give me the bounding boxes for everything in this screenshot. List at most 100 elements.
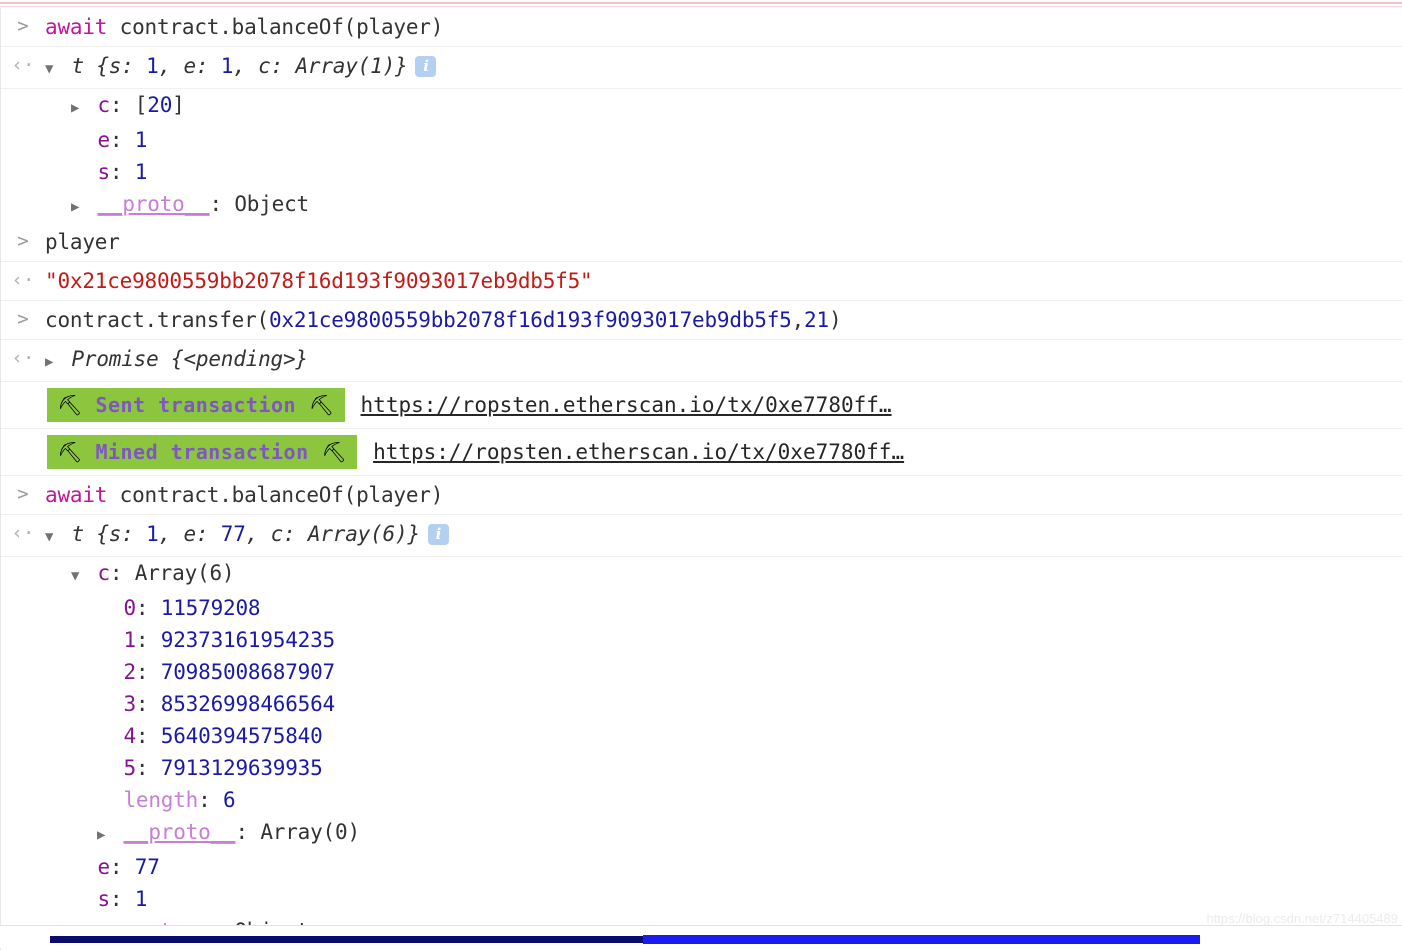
pickaxe-icon-left: ⛏ bbox=[57, 440, 83, 464]
property-content: s: 1 bbox=[45, 157, 1402, 187]
console-input-row[interactable]: > await contract.balanceOf(player) bbox=[1, 8, 1402, 47]
code-segment: contract.balanceOf(player) bbox=[119, 15, 444, 39]
property-content: 4: 5640394575840 bbox=[45, 721, 1402, 751]
object-property-row[interactable]: 0: 11579208 bbox=[1, 592, 1402, 624]
console-output-row[interactable]: ‹· "0x21ce9800559bb2078f16d193f9093017eb9… bbox=[1, 262, 1402, 301]
code-segment: 77 bbox=[220, 522, 246, 546]
triangle-right-icon[interactable] bbox=[71, 192, 85, 222]
property-value: 11579208 bbox=[160, 596, 261, 620]
property-value: 7913129639935 bbox=[160, 756, 323, 780]
code-segment: player bbox=[45, 230, 120, 254]
triangle-down-icon[interactable] bbox=[45, 522, 59, 552]
property-colon: : bbox=[135, 724, 161, 748]
code-segment: , c: Array(6)} bbox=[245, 522, 420, 546]
property-value: 85326998466564 bbox=[160, 692, 335, 716]
property-value: 77 bbox=[134, 855, 160, 879]
input-prompt-icon: > bbox=[17, 230, 29, 252]
transaction-status-badge: ⛏ Sent transaction ⛏ bbox=[47, 388, 345, 422]
object-property-row[interactable]: e: 77 bbox=[1, 851, 1402, 883]
object-property-row[interactable]: s: 1 bbox=[1, 883, 1402, 915]
pickaxe-icon-left: ⛏ bbox=[57, 393, 83, 417]
code-segment: , bbox=[791, 308, 805, 332]
property-content: c: Array(6) bbox=[45, 558, 1402, 591]
code-segment: , c: Array(1)} bbox=[233, 54, 408, 78]
property-content: 3: 85326998466564 bbox=[45, 689, 1402, 719]
object-property-row[interactable]: e: 1 bbox=[1, 124, 1402, 156]
object-property-row[interactable]: length: 6 bbox=[1, 784, 1402, 816]
object-property-row[interactable]: c: Array(6) bbox=[1, 557, 1402, 592]
console-input-row[interactable]: > player bbox=[1, 223, 1402, 262]
code-segment: "0x21ce9800559bb2078f16d193f9093017eb9db… bbox=[45, 269, 593, 293]
triangle-right-icon[interactable] bbox=[45, 347, 59, 377]
object-property-row[interactable]: 4: 5640394575840 bbox=[1, 720, 1402, 752]
transaction-status-label: Mined transaction bbox=[95, 440, 309, 464]
object-property-row[interactable]: __proto__: Object bbox=[1, 188, 1402, 223]
code-segment: await bbox=[45, 483, 120, 507]
console-input-row[interactable]: > await contract.balanceOf(player) bbox=[1, 476, 1402, 515]
property-value: 6 bbox=[223, 788, 236, 812]
property-content: s: 1 bbox=[45, 884, 1402, 914]
pickaxe-icon-right: ⛏ bbox=[321, 440, 348, 464]
property-colon: : bbox=[209, 192, 235, 216]
object-property-row[interactable]: __proto__: Array(0) bbox=[1, 816, 1402, 851]
info-icon[interactable]: i bbox=[427, 524, 449, 545]
triangle-down-icon[interactable] bbox=[45, 54, 59, 84]
property-key: s bbox=[97, 887, 110, 911]
property-value: 92373161954235 bbox=[160, 628, 335, 652]
object-property-row[interactable]: s: 1 bbox=[1, 156, 1402, 188]
object-property-row[interactable]: 3: 85326998466564 bbox=[1, 688, 1402, 720]
transaction-url-link[interactable]: https://ropsten.etherscan.io/tx/0xe7780f… bbox=[373, 440, 904, 464]
property-colon: : bbox=[109, 561, 135, 585]
object-property-row[interactable]: 1: 92373161954235 bbox=[1, 624, 1402, 656]
scrollbar-thumb[interactable] bbox=[643, 935, 1200, 944]
property-content: c: [20] bbox=[45, 90, 1402, 123]
property-content: e: 77 bbox=[45, 852, 1402, 882]
object-property-row[interactable]: 5: 7913129639935 bbox=[1, 752, 1402, 784]
property-key: 5 bbox=[123, 756, 136, 780]
property-value: Array(0) bbox=[260, 820, 360, 844]
console-output-row[interactable]: ‹· Promise {<pending>} bbox=[1, 340, 1402, 382]
property-key: length bbox=[123, 788, 199, 812]
transaction-status-label: Sent transaction bbox=[95, 393, 297, 417]
property-colon: : bbox=[135, 692, 161, 716]
bracket-open: [ bbox=[134, 93, 148, 117]
object-property-row[interactable]: c: [20] bbox=[1, 89, 1402, 124]
property-colon: : bbox=[109, 160, 135, 184]
triangle-right-icon[interactable] bbox=[97, 820, 111, 850]
code-segment: 0x21ce9800559bb2078f16d193f9093017eb9db5… bbox=[268, 308, 792, 332]
property-key: e bbox=[97, 128, 110, 152]
code-segment: 21 bbox=[804, 308, 829, 332]
property-key: 2 bbox=[123, 660, 136, 684]
console-output-row[interactable]: ‹· t {s: 1, e: 77, c: Array(6)} i bbox=[1, 515, 1402, 557]
triangle-down-icon[interactable] bbox=[71, 561, 85, 591]
output-prompt-icon: ‹· bbox=[11, 269, 35, 291]
console-input-row[interactable]: > contract.transfer(0x21ce9800559bb2078f1… bbox=[1, 301, 1402, 340]
transaction-message-row[interactable]: ⛏ Sent transaction ⛏ https://ropsten.ethe… bbox=[1, 382, 1402, 429]
property-colon: : bbox=[109, 887, 135, 911]
transaction-line: ⛏ Sent transaction ⛏ https://ropsten.ethe… bbox=[1, 388, 892, 422]
console-row-content: await contract.balanceOf(player) bbox=[45, 12, 1402, 42]
console-log-panel[interactable]: > await contract.balanceOf(player) ‹· t {s… bbox=[0, 8, 1402, 950]
code-segment: await bbox=[45, 15, 120, 39]
input-prompt-icon: > bbox=[17, 483, 29, 505]
property-content: __proto__: Object bbox=[45, 189, 1402, 222]
property-value: 20 bbox=[147, 93, 173, 117]
info-icon[interactable]: i bbox=[415, 56, 437, 77]
transaction-line: ⛏ Mined transaction ⛏ https://ropsten.eth… bbox=[1, 435, 904, 469]
property-value: 1 bbox=[134, 128, 148, 152]
code-segment: contract.transfer( bbox=[45, 308, 269, 332]
console-row-content: Promise {<pending>} bbox=[45, 344, 1402, 377]
transaction-message-row[interactable]: ⛏ Mined transaction ⛏ https://ropsten.eth… bbox=[1, 429, 1402, 476]
top-divider-rule bbox=[0, 0, 1402, 8]
property-content: 2: 70985008687907 bbox=[45, 657, 1402, 687]
property-key: 1 bbox=[123, 628, 136, 652]
code-segment: 1 bbox=[146, 54, 159, 78]
transaction-url-link[interactable]: https://ropsten.etherscan.io/tx/0xe7780f… bbox=[361, 393, 892, 417]
input-prompt-icon: > bbox=[17, 308, 29, 330]
bracket-close: ] bbox=[172, 93, 185, 117]
horizontal-scrollbar[interactable] bbox=[0, 926, 1402, 948]
console-output-row[interactable]: ‹· t {s: 1, e: 1, c: Array(1)}i bbox=[1, 47, 1402, 89]
object-property-row[interactable]: 2: 70985008687907 bbox=[1, 656, 1402, 688]
triangle-right-icon[interactable] bbox=[71, 93, 85, 123]
property-value: 70985008687907 bbox=[160, 660, 335, 684]
